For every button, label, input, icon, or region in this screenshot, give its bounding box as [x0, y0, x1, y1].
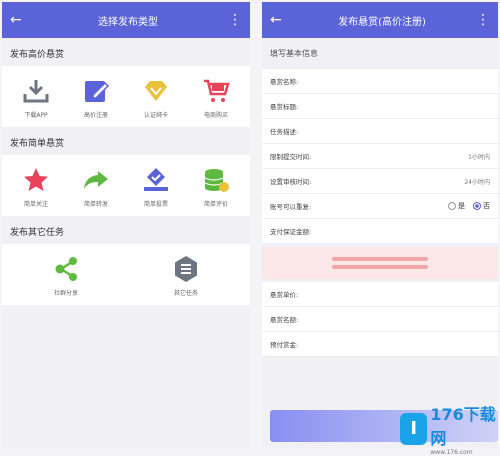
option-ecommerce[interactable]: 电商购买: [186, 76, 246, 119]
edit-icon: [85, 81, 110, 102]
back-arrow-icon[interactable]: ←: [10, 12, 30, 28]
field-label: 账号可以重复:: [270, 203, 312, 211]
field-prepay[interactable]: 预付赏金:: [262, 332, 498, 357]
list-icon: [175, 256, 197, 282]
field-value: 1小时内: [468, 153, 490, 161]
field-reward-name[interactable]: 悬赏名称:: [262, 69, 498, 94]
diamond-icon: [145, 81, 167, 101]
field-label: 悬赏单价:: [270, 291, 299, 299]
option-simple-vote[interactable]: 简单投票: [126, 165, 186, 208]
option-label: 简单关注: [23, 201, 48, 208]
repeat-radio-group: 是 否: [448, 201, 490, 211]
radio-no-label: 否: [483, 202, 490, 210]
warning-notice: [262, 247, 498, 279]
page-title: 选择发布类型: [98, 16, 158, 28]
option-high-register[interactable]: 高价注册: [66, 76, 126, 119]
right-top-bar: ← 发布悬赏(高价注册) ⋮: [262, 2, 498, 38]
field-value: 24小时内: [464, 178, 490, 186]
option-label: 高价注册: [83, 112, 108, 119]
form-section-title: 填写基本信息: [262, 38, 498, 69]
back-arrow-icon[interactable]: ←: [270, 12, 290, 28]
field-label: 限制提交时间:: [270, 153, 312, 161]
watermark-url: www.176.com: [430, 449, 473, 456]
field-label: 预付赏金:: [270, 341, 299, 349]
watermark: I 176下载网 www.176.com: [400, 401, 500, 456]
right-screen: ← 发布悬赏(高价注册) ⋮ 填写基本信息 悬赏名称: 悬赏标题: 任务描述: …: [262, 2, 498, 448]
radio-no[interactable]: 否: [473, 201, 490, 211]
more-vertical-icon[interactable]: ⋮: [226, 12, 242, 28]
grid-simple: 简单关注 简单转发 简单投票 简单评价: [2, 155, 250, 216]
option-download-app[interactable]: 下载APP: [6, 76, 66, 119]
section-title-other: 发布其它任务: [2, 216, 250, 244]
radio-yes-label: 是: [458, 202, 465, 210]
field-label: 悬赏名称:: [270, 78, 299, 86]
radio-yes[interactable]: 是: [448, 201, 465, 211]
watermark-logo-icon: I: [400, 412, 428, 445]
option-community-share[interactable]: 社群分享: [6, 254, 126, 297]
download-icon: [23, 80, 49, 103]
field-account-repeat: 账号可以重复: 是 否: [262, 194, 498, 219]
watermark-name: 176下载网: [430, 405, 496, 448]
option-simple-forward[interactable]: 简单转发: [66, 165, 126, 208]
field-submit-limit[interactable]: 限制提交时间: 1小时内: [262, 144, 498, 169]
field-unit-price[interactable]: 悬赏单价:: [262, 282, 498, 307]
grid-high: 下载APP 高价注册 认证绑卡 电商购买: [2, 66, 250, 127]
field-quota[interactable]: 悬赏名额:: [262, 307, 498, 332]
option-other-task[interactable]: 其它任务: [126, 254, 246, 297]
page-title: 发布悬赏(高价注册): [338, 16, 426, 28]
left-top-bar: ← 选择发布类型 ⋮: [2, 2, 250, 38]
field-reward-title[interactable]: 悬赏标题:: [262, 94, 498, 119]
share-arrow-icon: [84, 171, 108, 189]
field-label: 设置审核时间:: [270, 178, 312, 186]
share-nodes-icon: [55, 257, 77, 281]
field-task-desc[interactable]: 任务描述:: [262, 119, 498, 144]
field-label: 悬赏标题:: [270, 103, 299, 111]
vote-icon: [144, 168, 168, 191]
grid-other: 社群分享 其它任务: [2, 244, 250, 305]
section-title-simple: 发布简单悬赏: [2, 127, 250, 155]
empty-area: [2, 305, 250, 405]
option-label: 简单转发: [83, 201, 108, 208]
option-label: 其它任务: [173, 290, 198, 297]
field-label: 支付保证金额:: [270, 228, 312, 236]
field-review-time[interactable]: 设置审核时间: 24小时内: [262, 169, 498, 194]
option-label: 简单评价: [203, 201, 228, 208]
option-simple-review[interactable]: 简单评价: [186, 165, 246, 208]
database-icon: [204, 169, 229, 192]
cart-icon: [204, 79, 230, 102]
option-simple-follow[interactable]: 简单关注: [6, 165, 66, 208]
option-label: 社群分享: [53, 290, 78, 297]
field-label: 悬赏名额:: [270, 316, 299, 324]
option-label: 认证绑卡: [143, 112, 168, 119]
left-screen: ← 选择发布类型 ⋮ 发布高价悬赏 下载APP 高价注册 认证绑卡 电商购买 发…: [2, 2, 250, 448]
option-verify-card[interactable]: 认证绑卡: [126, 76, 186, 119]
section-title-high: 发布高价悬赏: [2, 38, 250, 66]
option-label: 简单投票: [143, 201, 168, 208]
option-label: 电商购买: [203, 112, 228, 119]
star-icon: [24, 168, 48, 191]
option-label: 下载APP: [24, 112, 48, 119]
field-label: 任务描述:: [270, 128, 299, 136]
more-vertical-icon[interactable]: ⋮: [474, 12, 490, 28]
field-deposit[interactable]: 支付保证金额:: [262, 219, 498, 244]
